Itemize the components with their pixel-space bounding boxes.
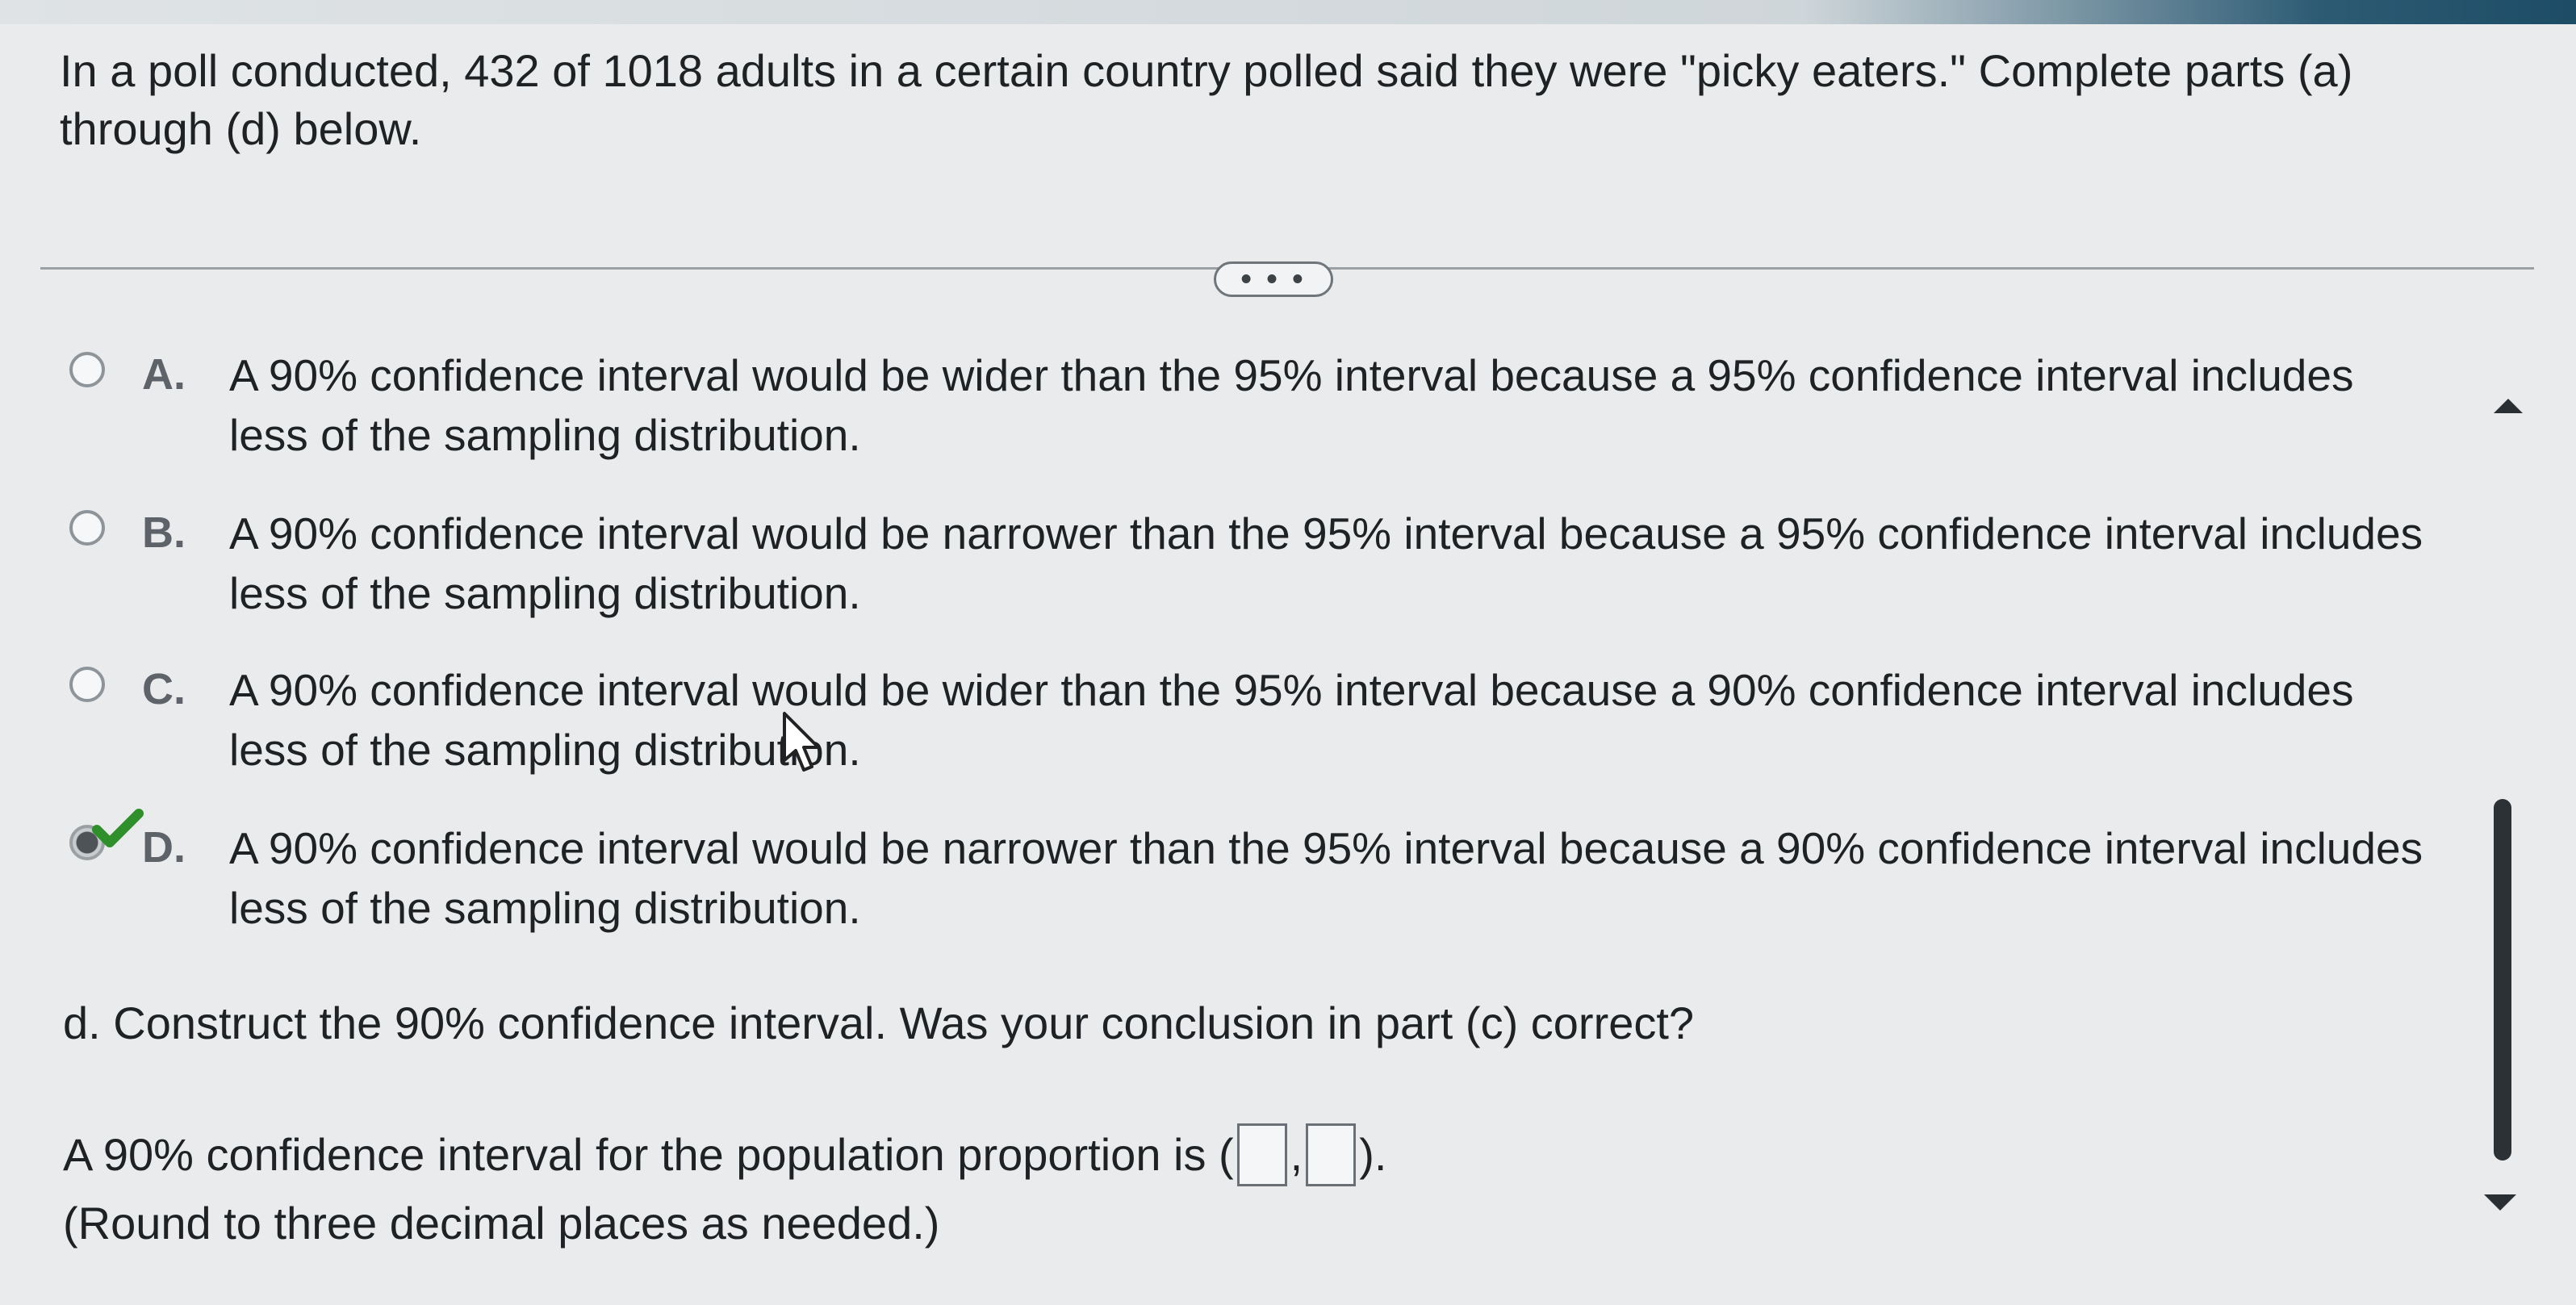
option-c-letter: C. (142, 665, 186, 713)
option-d[interactable]: D. A 90% confidence interval would be na… (65, 809, 2423, 956)
option-a[interactable]: A. A 90% confidence interval would be wi… (65, 345, 2405, 483)
triangle-up-icon[interactable] (2494, 399, 2523, 413)
mouse-cursor-icon (783, 712, 820, 772)
expand-button[interactable]: • • • (1214, 261, 1333, 297)
question-intro: In a poll conducted, 432 of 1018 adults … (60, 45, 2353, 154)
ci-prefix: A 90% confidence interval for the popula… (63, 1129, 1234, 1180)
option-b[interactable]: B. A 90% confidence interval would be na… (65, 504, 2423, 641)
option-b-radio[interactable] (69, 510, 105, 546)
option-b-text: A 90% confidence interval would be narro… (229, 508, 2423, 618)
option-b-letter: B. (142, 508, 186, 557)
checkmark-icon (92, 809, 144, 847)
option-a-radio[interactable] (69, 352, 105, 387)
ci-separator: , (1290, 1129, 1303, 1180)
scrollbar-thumb[interactable] (2494, 799, 2511, 1161)
lower-bound-input[interactable] (1236, 1123, 1287, 1186)
option-d-letter: D. (142, 823, 186, 872)
part-d-prompt: d. Construct the 90% confidence interval… (63, 998, 1695, 1048)
option-c-radio[interactable] (69, 667, 105, 702)
option-a-text: A 90% confidence interval would be wider… (229, 350, 2354, 460)
triangle-down-icon[interactable] (2484, 1194, 2516, 1211)
option-d-text: A 90% confidence interval would be narro… (229, 823, 2423, 933)
ci-answer-line: A 90% confidence interval for the popula… (63, 1123, 1386, 1186)
option-c[interactable]: C. A 90% confidence interval would be wi… (65, 660, 2405, 797)
option-c-text: A 90% confidence interval would be wider… (229, 665, 2354, 775)
ci-suffix: ). (1359, 1129, 1387, 1180)
top-bar (0, 0, 2576, 24)
option-a-letter: A. (142, 350, 186, 399)
rounding-note: (Round to three decimal places as needed… (63, 1198, 940, 1249)
upper-bound-input[interactable] (1306, 1123, 1357, 1186)
